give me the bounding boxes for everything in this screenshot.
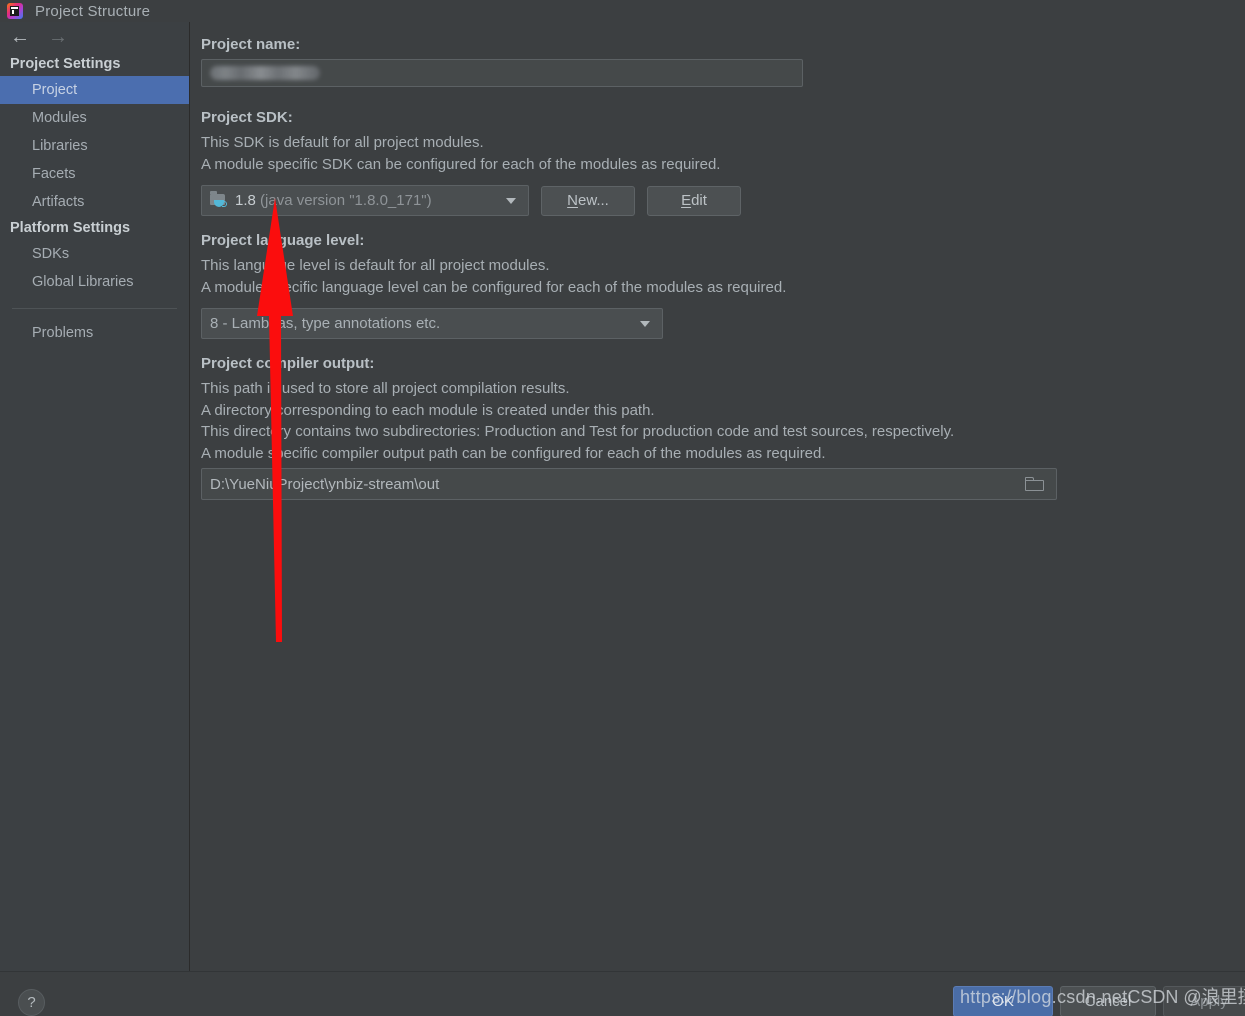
dialog-footer [0, 971, 1245, 1016]
project-compiler-output-label: Project compiler output: [201, 355, 375, 372]
project-name-label: Project name: [201, 36, 301, 53]
compiler-output-description-4: A module specific compiler output path c… [201, 444, 826, 462]
chevron-down-icon [640, 320, 650, 327]
project-language-level-label: Project language level: [201, 232, 365, 249]
back-arrow-icon[interactable]: ← [10, 27, 30, 47]
compiler-output-path-value: D:\YueNiuProject\ynbiz-stream\out [210, 475, 440, 493]
sidebar-item-artifacts[interactable]: Artifacts [0, 188, 189, 216]
sdk-edit-button[interactable]: Edit [647, 185, 741, 216]
project-language-level-dropdown[interactable]: 8 - Lambdas, type annotations etc. [201, 308, 663, 339]
project-sdk-label: Project SDK: [201, 109, 293, 126]
project-language-level-value: 8 - Lambdas, type annotations etc. [210, 315, 441, 332]
compiler-output-description-3: This directory contains two subdirectori… [201, 423, 955, 440]
window-titlebar: Project Structure [0, 0, 1245, 22]
sidebar-divider [12, 308, 177, 309]
window-title: Project Structure [35, 2, 151, 20]
sidebar-item-libraries[interactable]: Libraries [0, 132, 189, 160]
project-name-input[interactable] [201, 59, 803, 87]
project-compiler-output-section: Project compiler output: This path is us… [201, 355, 1245, 500]
sidebar-group-project-settings: Project Settings [10, 56, 121, 72]
settings-main-panel: Project name: Project SDK: This SDK is d… [191, 22, 1245, 971]
intellij-idea-logo-icon [7, 3, 23, 19]
compiler-output-browse-button[interactable] [1012, 469, 1056, 499]
jdk-folder-icon [210, 190, 228, 209]
apply-button[interactable]: Apply [1163, 986, 1245, 1016]
sidebar-item-sdks[interactable]: SDKs [0, 240, 189, 268]
project-sdk-version: 1.8 [235, 192, 256, 209]
cancel-button[interactable]: Cancel [1060, 986, 1156, 1016]
settings-sidebar: ← → Project Settings Project Modules Lib… [0, 22, 190, 971]
project-sdk-description-1: This SDK is default for all project modu… [201, 134, 484, 151]
project-sdk-detail: (java version "1.8.0_171") [260, 192, 432, 209]
sidebar-item-facets[interactable]: Facets [0, 160, 189, 188]
sidebar-item-modules[interactable]: Modules [0, 104, 189, 132]
chevron-down-icon [506, 197, 516, 204]
forward-arrow-icon[interactable]: → [48, 27, 68, 47]
project-sdk-controls-row: 1.8 (java version "1.8.0_171") New... Ed… [201, 185, 1245, 216]
sidebar-item-global-libraries[interactable]: Global Libraries [0, 268, 189, 296]
project-sdk-description-2: A module specific SDK can be configured … [201, 155, 721, 173]
language-level-description-1: This language level is default for all p… [201, 257, 550, 274]
project-sdk-section: Project SDK: This SDK is default for all… [201, 109, 1245, 216]
compiler-output-description-1: This path is used to store all project c… [201, 380, 570, 397]
compiler-output-input[interactable]: D:\YueNiuProject\ynbiz-stream\out [201, 468, 1057, 500]
redacted-project-name [210, 66, 320, 80]
folder-icon [1025, 477, 1044, 491]
compiler-output-description-2: A directory corresponding to each module… [201, 401, 655, 419]
project-language-level-section: Project language level: This language le… [201, 232, 1245, 339]
help-button[interactable]: ? [18, 989, 45, 1016]
sdk-new-button[interactable]: New... [541, 185, 635, 216]
sidebar-item-problems[interactable]: Problems [0, 319, 189, 347]
project-structure-dialog: Project Structure ← → Project Settings P… [0, 0, 1245, 1016]
sidebar-group-platform-settings: Platform Settings [10, 220, 131, 236]
sidebar-item-project[interactable]: Project [0, 76, 189, 104]
language-level-description-2: A module specific language level can be … [201, 278, 787, 296]
ok-button[interactable]: OK [953, 986, 1053, 1016]
sidebar-navigation-bar: ← → [0, 22, 189, 52]
project-sdk-dropdown[interactable]: 1.8 (java version "1.8.0_171") [201, 185, 529, 216]
project-name-section: Project name: [201, 36, 1245, 87]
